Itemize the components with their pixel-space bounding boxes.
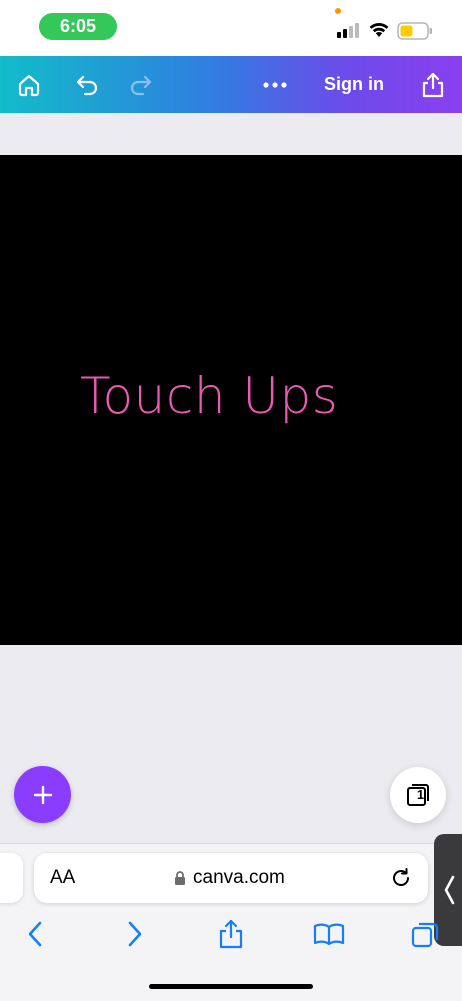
share-icon xyxy=(219,919,243,949)
tabs-button[interactable] xyxy=(410,919,440,949)
signal-icon xyxy=(337,22,361,38)
add-element-button[interactable] xyxy=(14,766,71,823)
battery-icon xyxy=(397,22,432,40)
more-icon xyxy=(263,81,287,88)
address-bar[interactable]: AA canva.com xyxy=(34,853,428,903)
previous-tab-preview[interactable] xyxy=(0,853,23,903)
design-page[interactable]: Touch Ups xyxy=(0,155,462,645)
editor-toolbar: Sign in xyxy=(0,56,462,113)
home-button[interactable] xyxy=(8,56,50,113)
back-icon xyxy=(28,921,42,947)
lock-icon xyxy=(175,871,185,885)
text-size-button[interactable]: AA xyxy=(50,853,75,903)
share-button[interactable] xyxy=(412,56,454,113)
more-options-button[interactable] xyxy=(254,56,296,113)
bookmarks-button[interactable] xyxy=(312,919,346,949)
bookmarks-icon xyxy=(313,923,345,946)
url-display[interactable]: canva.com xyxy=(174,853,285,903)
undo-icon xyxy=(76,75,98,95)
back-button[interactable] xyxy=(22,919,48,949)
forward-icon xyxy=(128,921,142,947)
forward-button[interactable] xyxy=(122,919,148,949)
browser-share-button[interactable] xyxy=(216,919,246,949)
reload-icon[interactable] xyxy=(390,867,412,889)
plus-icon xyxy=(33,785,52,804)
chevron-left-icon xyxy=(444,875,455,905)
sign-in-button[interactable]: Sign in xyxy=(318,56,390,113)
page-count: 1 xyxy=(416,787,425,802)
redo-icon xyxy=(130,75,152,95)
pages-button[interactable]: 1 xyxy=(390,767,446,823)
redo-button[interactable] xyxy=(120,56,162,113)
status-time: 6:05 xyxy=(39,13,117,40)
wifi-icon xyxy=(369,22,389,37)
undo-button[interactable] xyxy=(66,56,108,113)
url-text: canva.com xyxy=(193,867,285,888)
tabs-icon xyxy=(411,922,439,948)
share-icon xyxy=(422,72,444,97)
home-icon xyxy=(18,74,40,96)
privacy-indicator-dot xyxy=(335,8,341,14)
status-bar: 6:05 xyxy=(0,0,462,56)
home-indicator xyxy=(149,984,313,989)
design-text-element[interactable]: Touch Ups xyxy=(0,367,462,425)
